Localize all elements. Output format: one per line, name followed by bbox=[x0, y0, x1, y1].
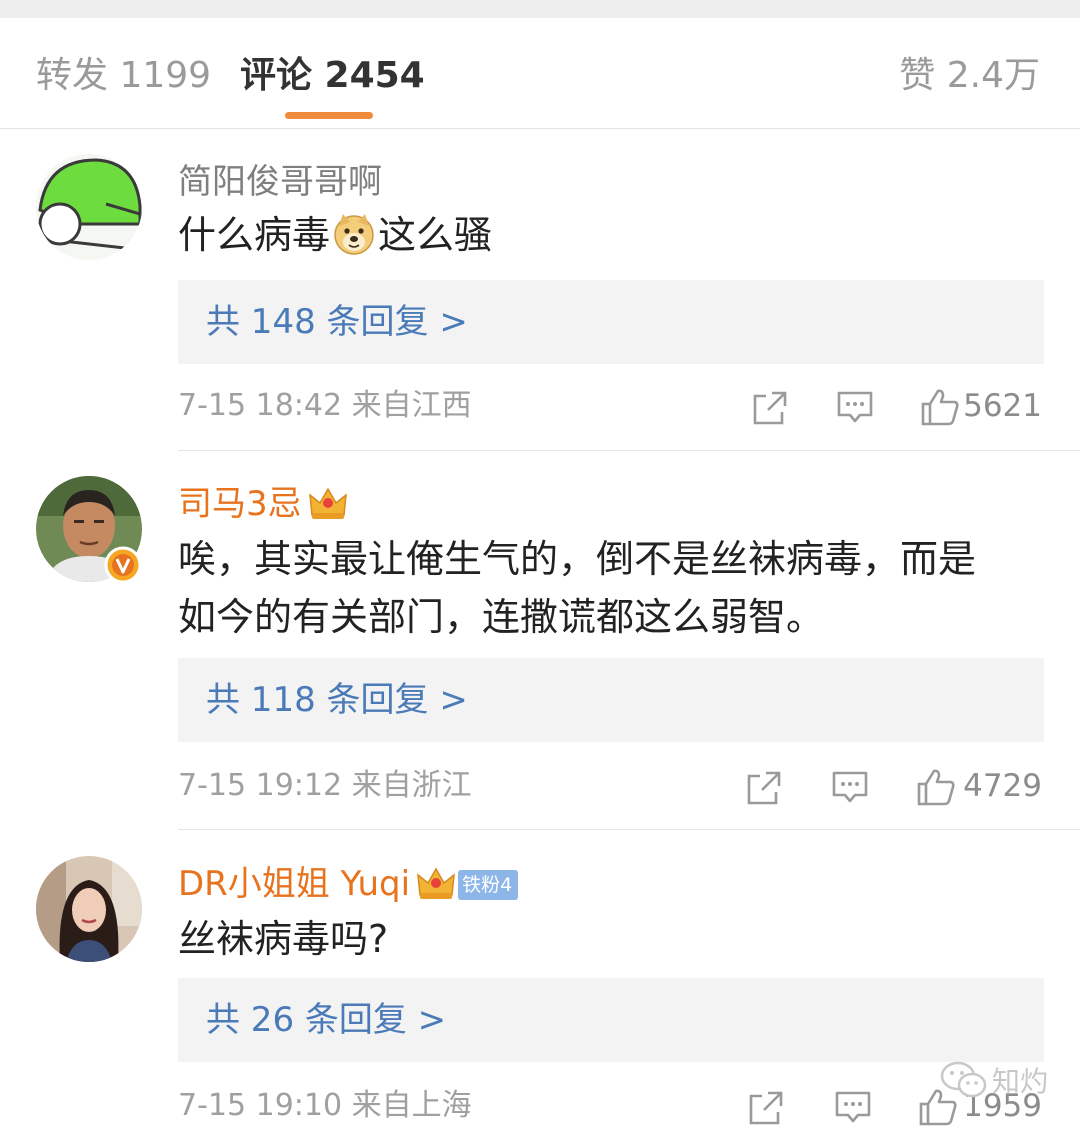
watermark-text: 知灼 bbox=[992, 1065, 1049, 1098]
like-icon[interactable] bbox=[920, 388, 960, 426]
fan-level-badge: 铁粉4 bbox=[458, 870, 519, 900]
comment-divider bbox=[178, 829, 1080, 830]
like-icon[interactable] bbox=[916, 768, 956, 806]
share-icon[interactable] bbox=[748, 1090, 784, 1126]
comment-text: 唉，其实最让俺生气的，倒不是丝袜病毒，而是 如今的有关部门，连撒谎都这么弱智。 bbox=[178, 530, 976, 646]
avatar[interactable] bbox=[36, 154, 142, 260]
crown-icon bbox=[308, 485, 348, 530]
comment-text-line: 如今的有关部门，连撒谎都这么弱智。 bbox=[178, 595, 825, 639]
reply-summary-box[interactable]: 共 118 条回复 > bbox=[178, 658, 1044, 742]
verified-v-badge-icon bbox=[104, 546, 142, 584]
comment-meta: 7-15 19:10 来自上海 bbox=[178, 1088, 472, 1123]
comment-text-line: 唉，其实最让俺生气的，倒不是丝袜病毒，而是 bbox=[178, 537, 977, 581]
wechat-logo-icon bbox=[940, 1061, 987, 1098]
comment-meta: 7-15 18:42 来自江西 bbox=[178, 388, 472, 423]
reply-count-link[interactable]: 共 118 条回复 > bbox=[206, 678, 468, 722]
reply-count-link[interactable]: 共 26 条回复 > bbox=[206, 998, 446, 1042]
watermark: 知灼 bbox=[940, 1058, 1050, 1102]
comment-meta: 7-15 19:12 来自浙江 bbox=[178, 768, 472, 803]
share-icon[interactable] bbox=[752, 390, 788, 426]
tab-likes[interactable]: 赞 2.4万 bbox=[899, 54, 1040, 98]
username[interactable]: 简阳俊哥哥啊 bbox=[178, 162, 382, 202]
top-status-strip bbox=[0, 0, 1080, 18]
reply-count-link[interactable]: 共 148 条回复 > bbox=[206, 300, 468, 344]
comment-text-part: 这么骚 bbox=[378, 213, 493, 257]
username[interactable]: 司马3忌 bbox=[178, 484, 348, 530]
avatar[interactable] bbox=[36, 856, 142, 962]
share-icon[interactable] bbox=[746, 770, 782, 806]
tab-comments[interactable]: 评论 2454 bbox=[240, 54, 425, 98]
active-tab-indicator bbox=[285, 112, 373, 119]
comment-divider bbox=[178, 450, 1080, 451]
reply-summary-box[interactable]: 共 26 条回复 > bbox=[178, 978, 1044, 1062]
comment-text: 什么病毒 这么骚 bbox=[178, 206, 492, 272]
comment-text-part: 什么病毒 bbox=[178, 213, 331, 257]
username-text: 司马3忌 bbox=[178, 484, 302, 524]
crown-icon bbox=[416, 865, 456, 910]
comment-icon[interactable] bbox=[834, 1090, 872, 1126]
comment-text: 丝袜病毒吗? bbox=[178, 917, 389, 961]
like-count: 4729 bbox=[963, 768, 1042, 804]
reply-summary-box[interactable]: 共 148 条回复 > bbox=[178, 280, 1044, 364]
comment-tabs-bar: 转发 1199 评论 2454 赞 2.4万 bbox=[0, 18, 1080, 129]
comment-icon[interactable] bbox=[831, 770, 869, 806]
username-text: DR小姐姐 Yuqi bbox=[178, 864, 411, 904]
username[interactable]: DR小姐姐 Yuqi 铁粉4 bbox=[178, 864, 519, 910]
like-count: 5621 bbox=[963, 388, 1042, 424]
doge-emoji-icon bbox=[332, 212, 376, 272]
tab-repost[interactable]: 转发 1199 bbox=[36, 54, 211, 98]
comment-icon[interactable] bbox=[836, 390, 874, 426]
